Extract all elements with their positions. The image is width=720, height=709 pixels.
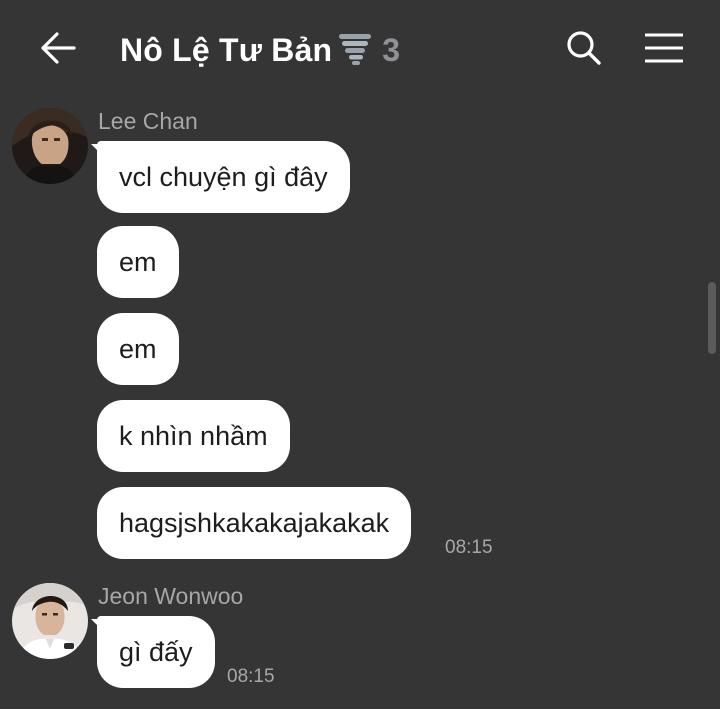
menu-icon <box>645 33 683 63</box>
message-bubble[interactable]: k nhìn nhầm <box>97 400 290 472</box>
chat-title: Nô Lệ Tư Bản <box>120 31 333 68</box>
member-count: 3 <box>382 31 401 68</box>
chat-title-area[interactable]: Nô Lệ Tư Bản 3 <box>120 28 400 72</box>
sender-name: Jeon Wonwoo <box>98 583 244 609</box>
message-time: 08:15 <box>445 537 493 558</box>
message-time: 08:15 <box>227 666 275 687</box>
avatar-image <box>12 583 88 659</box>
message-bubble[interactable]: vcl chuyện gì đây <box>97 141 350 213</box>
tornado-icon <box>339 34 372 65</box>
menu-button[interactable] <box>642 28 686 68</box>
search-icon <box>567 31 601 65</box>
message-bubble[interactable]: hagsjshkakakajakakak <box>97 487 412 559</box>
sender-name: Lee Chan <box>98 108 198 134</box>
avatar-image <box>12 108 88 184</box>
avatar-jeon-wonwoo[interactable] <box>12 583 88 659</box>
message-bubble[interactable]: gì đấy <box>97 616 215 688</box>
scrollbar[interactable] <box>708 282 716 354</box>
arrow-left-icon <box>41 32 76 64</box>
back-button[interactable] <box>36 28 80 68</box>
avatar-lee-chan[interactable] <box>12 108 88 184</box>
chat-header: Nô Lệ Tư Bản 3 <box>0 0 720 98</box>
message-bubble[interactable]: em <box>97 226 179 298</box>
message-bubble[interactable]: em <box>97 313 179 385</box>
search-button[interactable] <box>562 28 606 68</box>
